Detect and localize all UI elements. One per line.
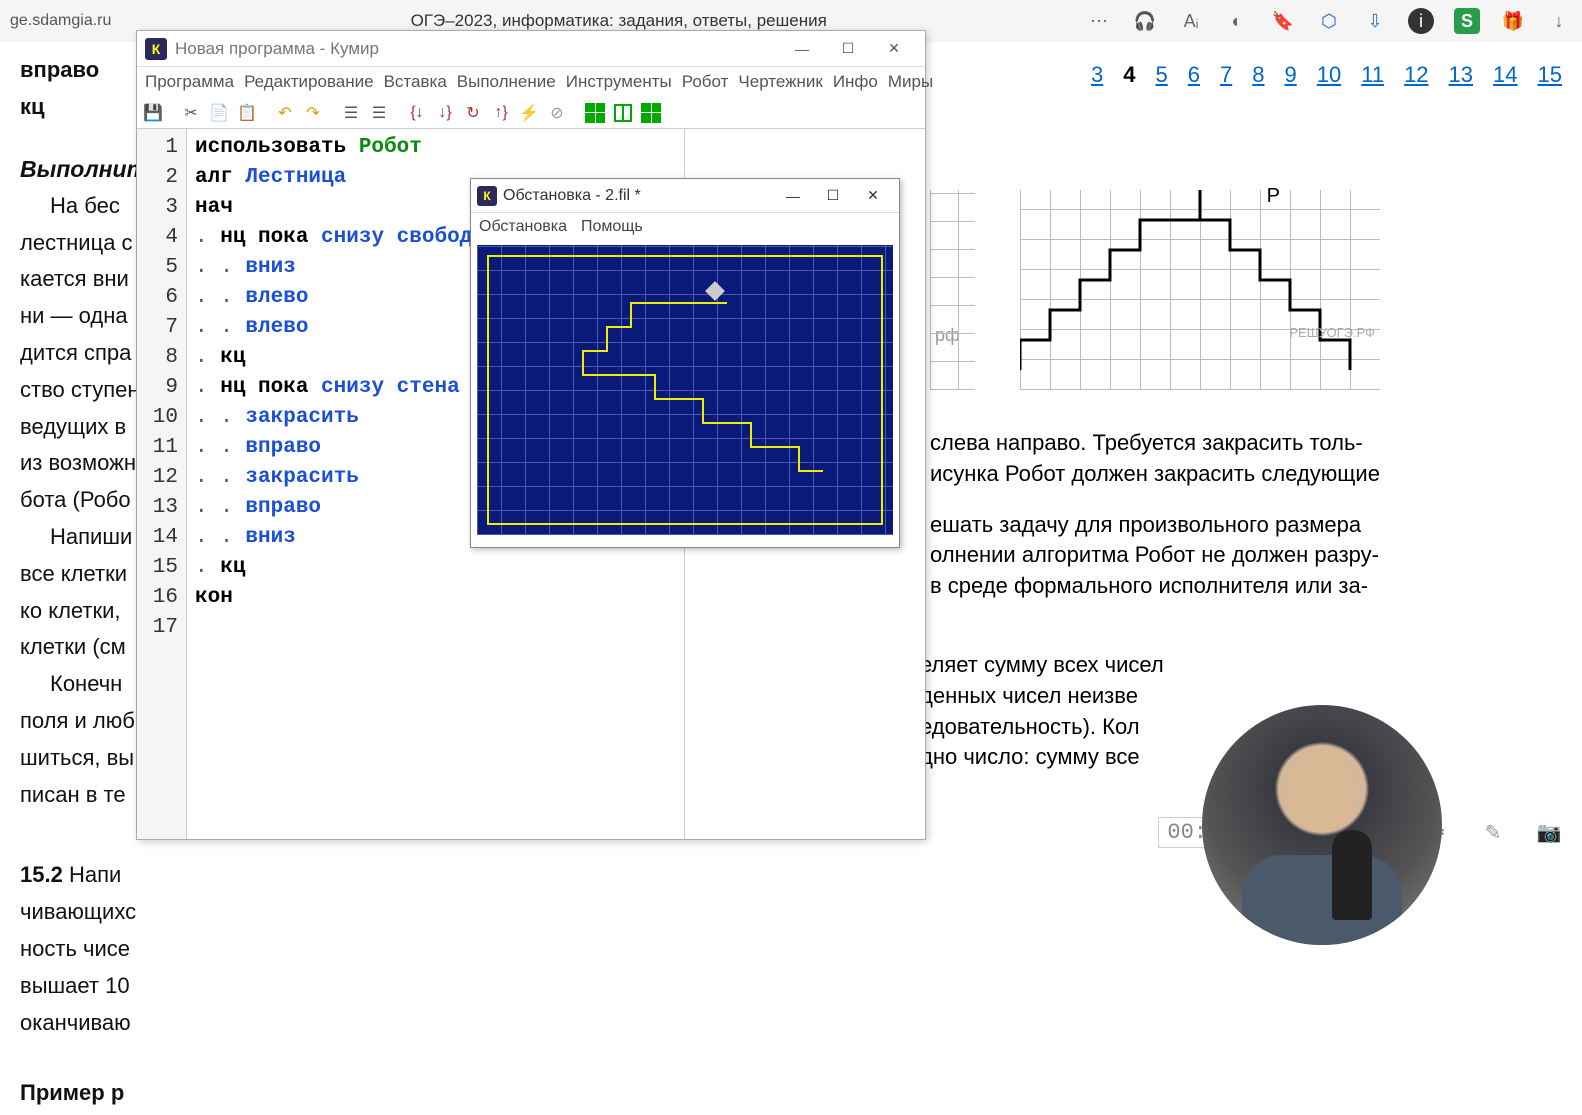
copy-icon[interactable]: 📄 [207, 101, 231, 125]
body-text: вышает 10 [20, 971, 160, 1002]
menu-program[interactable]: Программа [145, 72, 234, 92]
redo-icon[interactable]: ↷ [301, 101, 325, 125]
line-number-gutter: 1234567891011121314151617 [137, 129, 187, 839]
cut-icon[interactable]: ✂ [179, 101, 203, 125]
menu-info[interactable]: Инфо [833, 72, 878, 92]
kumir-titlebar[interactable]: К Новая программа - Кумир — ☐ ✕ [137, 31, 925, 67]
body-text-right: слева направо. Требуется закрасить толь-… [930, 428, 1380, 602]
kumir-app-icon: К [477, 186, 497, 206]
undo-icon[interactable]: ↶ [273, 101, 297, 125]
kumir-toolbar: 💾 ✂ 📄 📋 ↶ ↷ ☰ ☰ {↓ ↓} ↻ ↑} ⚡ ⊘ [137, 97, 925, 129]
text-size-icon[interactable]: Aᵢ [1178, 8, 1204, 34]
task-label: 15.2 Напи [20, 860, 160, 891]
save-icon[interactable]: 💾 [141, 101, 165, 125]
body-text: ность чисе [20, 934, 160, 965]
bookmark-icon[interactable]: 🔖 [1270, 8, 1296, 34]
body-text: чивающихс [20, 897, 160, 928]
list2-icon[interactable]: ☰ [367, 101, 391, 125]
watermark: РЕШУОГЭ.РФ [1289, 325, 1375, 340]
menu-dots-icon[interactable]: ⋯ [1086, 8, 1112, 34]
kumir-menubar: Программа Редактирование Вставка Выполне… [137, 67, 925, 97]
grid-view-3-icon[interactable] [639, 101, 663, 125]
staircase-diagram: Р РЕШУОГЭ.РФ [1020, 190, 1380, 390]
body-text: оканчиваю [20, 1008, 160, 1039]
maximize-button[interactable]: ☐ [825, 34, 871, 64]
download-badge-icon[interactable]: ⇩ [1362, 8, 1388, 34]
paste-icon[interactable]: 📋 [235, 101, 259, 125]
badge-blue-icon[interactable]: ⬡ [1316, 8, 1342, 34]
robot-grid-field[interactable] [477, 245, 893, 535]
camera-icon[interactable]: 📷 [1536, 820, 1562, 846]
contrast-icon[interactable]: ◐ [1224, 8, 1250, 34]
menu-robot[interactable]: Робот [682, 72, 729, 92]
headphones-icon[interactable]: 🎧 [1132, 8, 1158, 34]
menu-insert[interactable]: Вставка [384, 72, 447, 92]
robot-marker-label: Р [1267, 185, 1280, 208]
obst-menubar: Обстановка Помощь [471, 213, 899, 241]
page-title: ОГЭ–2023, информатика: задания, ответы, … [411, 11, 827, 31]
menu-obstanovka[interactable]: Обстановка [479, 218, 567, 236]
info-icon[interactable]: i [1408, 8, 1434, 34]
list-icon[interactable]: ☰ [339, 101, 363, 125]
close-button[interactable]: ✕ [853, 182, 893, 210]
downloads-icon[interactable]: ↓ [1546, 8, 1572, 34]
webcam-overlay[interactable] [1202, 705, 1442, 945]
browser-extension-icons: ⋯ 🎧 Aᵢ ◐ 🔖 ⬡ ⇩ i S 🎁 ↓ [1086, 8, 1572, 34]
microphone-icon [1332, 830, 1372, 920]
address-url[interactable]: ge.sdamgia.ru [10, 12, 111, 30]
body-text-right-2: еляет сумму всех чисел денных чисел неиз… [920, 650, 1164, 773]
stop-icon[interactable]: ⊘ [545, 101, 569, 125]
s-extension-icon[interactable]: S [1454, 8, 1480, 34]
kumir-window-title: Новая программа - Кумир [175, 39, 379, 59]
pen-annotate-icon[interactable]: ✎ [1480, 820, 1506, 846]
menu-edit[interactable]: Редактирование [244, 72, 374, 92]
gift-icon[interactable]: 🎁 [1500, 8, 1526, 34]
obst-window-title: Обстановка - 2.fil * [503, 187, 641, 205]
step-out-icon[interactable]: ↑} [489, 101, 513, 125]
obst-titlebar[interactable]: К Обстановка - 2.fil * — ☐ ✕ [471, 179, 899, 213]
step-loop-icon[interactable]: ↻ [461, 101, 485, 125]
menu-tools[interactable]: Инструменты [566, 72, 672, 92]
walls-overlay [477, 245, 897, 535]
close-button[interactable]: ✕ [871, 34, 917, 64]
menu-drawer[interactable]: Чертежник [738, 72, 822, 92]
minimize-button[interactable]: — [773, 182, 813, 210]
grid-view-1-icon[interactable] [583, 101, 607, 125]
step-over-icon[interactable]: ↓} [433, 101, 457, 125]
robot-field-window: К Обстановка - 2.fil * — ☐ ✕ Обстановка … [470, 178, 900, 548]
menu-worlds[interactable]: Миры [888, 72, 933, 92]
grid-fragment [930, 190, 975, 390]
minimize-button[interactable]: — [779, 34, 825, 64]
menu-help[interactable]: Помощь [581, 218, 643, 236]
maximize-button[interactable]: ☐ [813, 182, 853, 210]
step-in-icon[interactable]: {↓ [405, 101, 429, 125]
grid-view-2-icon[interactable] [611, 101, 635, 125]
example-heading: Пример р [20, 1078, 160, 1109]
menu-run[interactable]: Выполнение [457, 72, 556, 92]
kumir-app-icon: К [145, 38, 167, 60]
run-fast-icon[interactable]: ⚡ [517, 101, 541, 125]
